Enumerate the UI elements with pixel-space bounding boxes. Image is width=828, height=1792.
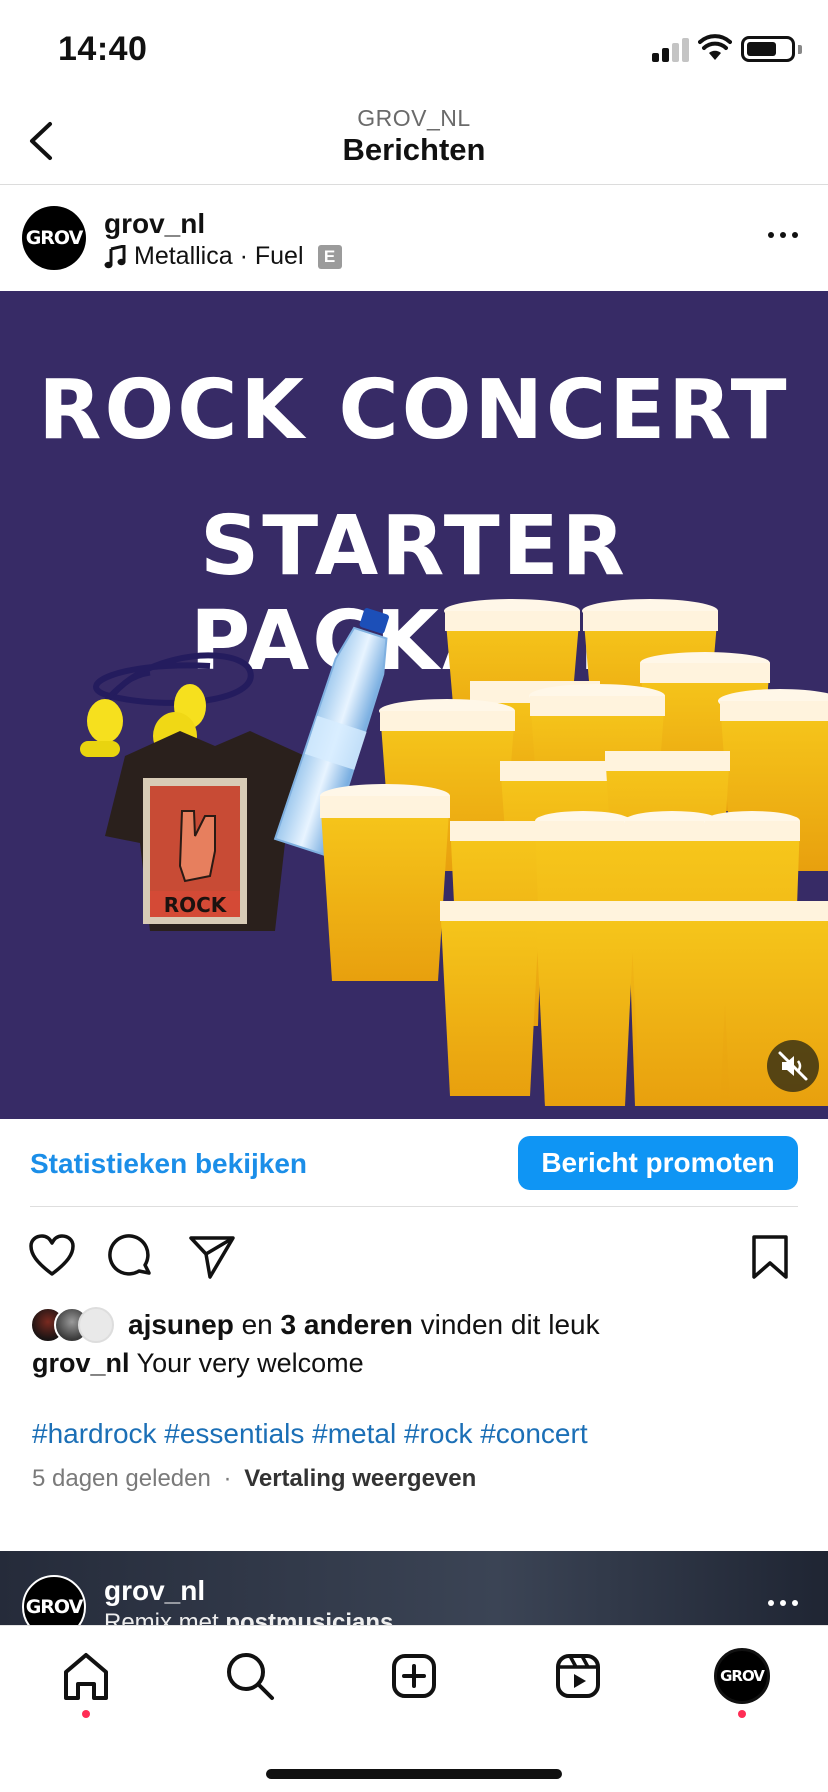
song-label: Metallica · Fuel: [134, 242, 304, 270]
caption: grov_nl Your very welcome: [32, 1348, 364, 1379]
caption-text: Your very welcome: [136, 1348, 364, 1378]
post-media[interactable]: ROCK CONCERT STARTER PACKAGE ROCK: [0, 291, 828, 1119]
likes-others[interactable]: 3 anderen: [281, 1309, 413, 1340]
battery-level: [747, 42, 776, 56]
post-header: GROV grov_nl Metallica · Fuel E: [0, 186, 828, 290]
tab-search[interactable]: [222, 1648, 278, 1704]
liker-avatar: [78, 1307, 114, 1343]
status-time: 14:40: [58, 30, 148, 68]
avatar[interactable]: GROV: [22, 1575, 86, 1625]
mute-button[interactable]: [767, 1040, 819, 1092]
reels-icon: [556, 1654, 600, 1698]
view-insights-link[interactable]: Statistieken bekijken: [30, 1148, 307, 1180]
nav-header: GROV_NL Berichten: [0, 100, 828, 185]
notification-dot: [82, 1710, 90, 1718]
post-song[interactable]: Metallica · Fuel E: [104, 242, 342, 271]
comment-icon[interactable]: [108, 1234, 154, 1280]
liker-username[interactable]: ajsunep: [128, 1309, 234, 1340]
shirt-text: ROCK: [164, 893, 228, 917]
search-icon: [227, 1653, 274, 1700]
battery-icon: [741, 36, 802, 62]
avatar[interactable]: GROV: [22, 206, 86, 270]
tab-reels[interactable]: [550, 1648, 606, 1704]
post-username[interactable]: grov_nl: [104, 208, 205, 240]
more-options-icon[interactable]: [768, 1600, 798, 1606]
media-illustration: ROCK: [80, 599, 828, 1106]
bookmark-icon[interactable]: [750, 1234, 790, 1280]
hashtags[interactable]: #hardrock #essentials #metal #rock #conc…: [32, 1418, 588, 1450]
caption-username[interactable]: grov_nl: [32, 1348, 130, 1378]
status-bar: 14:40: [0, 0, 828, 100]
post-meta: 5 dagen geleden · Vertaling weergeven: [32, 1465, 477, 1492]
likes-text: ajsunep en 3 anderen vinden dit leuk: [128, 1309, 600, 1340]
wifi-icon: [698, 34, 732, 60]
next-post-subtitle: Remix met postmusicians: [104, 1609, 394, 1625]
promote-post-button[interactable]: Bericht promoten: [518, 1136, 798, 1190]
beer-cups-image: [320, 599, 828, 1106]
divider: [30, 1206, 798, 1207]
tab-home[interactable]: [58, 1648, 114, 1718]
cellular-signal-icon: [652, 36, 692, 62]
post-actions: [0, 1226, 828, 1286]
muted-speaker-icon: [778, 1051, 808, 1081]
explicit-badge: E: [317, 244, 342, 269]
promo-row: Statistieken bekijken Bericht promoten: [0, 1120, 828, 1206]
likes-row[interactable]: ajsunep en 3 anderen vinden dit leuk: [30, 1305, 600, 1345]
like-heart-icon[interactable]: [28, 1234, 76, 1278]
page-title: Berichten: [342, 132, 486, 167]
share-send-icon[interactable]: [188, 1234, 236, 1280]
bottom-tab-bar: GROV: [0, 1625, 828, 1792]
see-translation-link[interactable]: Vertaling weergeven: [244, 1465, 476, 1492]
header-account-name: GROV_NL: [357, 105, 471, 131]
post-time-ago: 5 dagen geleden: [32, 1465, 211, 1492]
home-indicator: [266, 1769, 562, 1779]
tab-create[interactable]: [386, 1648, 442, 1704]
next-post-header[interactable]: GROV grov_nl Remix met postmusicians: [0, 1551, 828, 1625]
tab-profile[interactable]: GROV: [714, 1648, 770, 1718]
music-note-icon: [104, 244, 126, 268]
more-options-icon[interactable]: [768, 232, 798, 238]
notification-dot: [738, 1710, 746, 1718]
next-post-username[interactable]: grov_nl: [104, 1575, 205, 1607]
profile-avatar: GROV: [714, 1648, 770, 1704]
home-icon: [64, 1653, 108, 1700]
create-post-icon: [392, 1654, 436, 1698]
